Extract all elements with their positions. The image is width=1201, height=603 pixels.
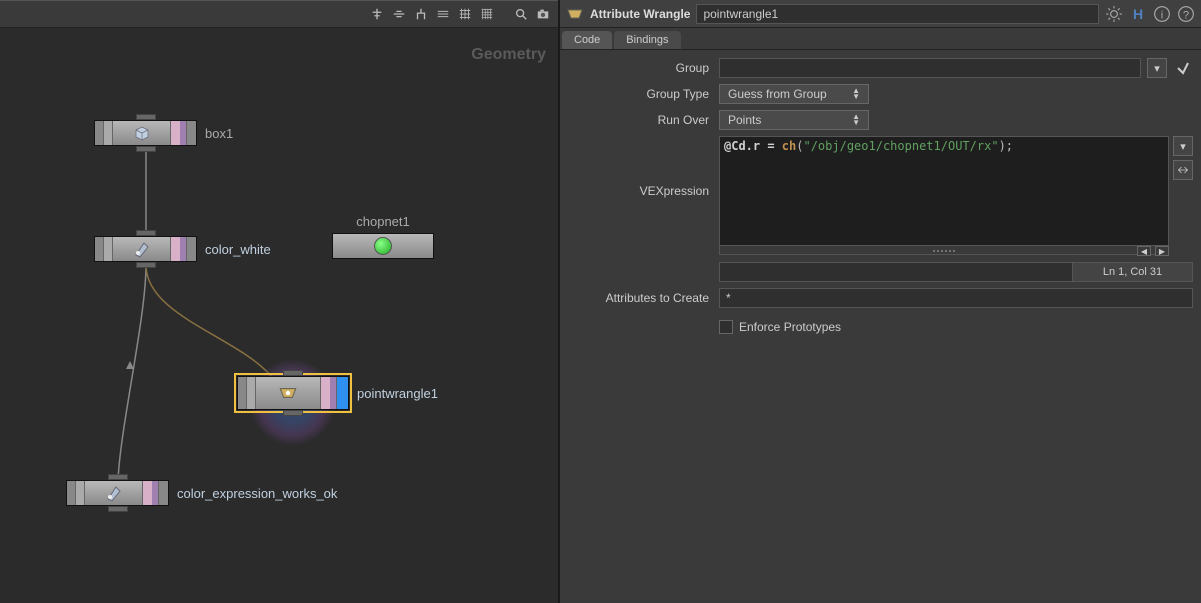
node-color-expression[interactable]: color_expression_works_ok <box>66 480 337 506</box>
info-icon[interactable]: i <box>1153 5 1171 23</box>
chevron-updown-icon: ▲▼ <box>852 114 860 126</box>
group-type-dropdown[interactable]: Guess from Group ▲▼ <box>719 84 869 104</box>
network-view[interactable]: Geometry <box>0 28 558 603</box>
node-name-input[interactable] <box>696 4 1099 24</box>
node-color-white[interactable]: color_white <box>94 236 271 262</box>
run-over-value: Points <box>728 113 761 127</box>
node-label: chopnet1 <box>332 214 434 229</box>
help-icon[interactable]: ? <box>1177 5 1195 23</box>
group-input[interactable] <box>719 58 1141 78</box>
grid-small-icon[interactable] <box>456 5 474 23</box>
node-type-icon <box>566 5 584 23</box>
align-horizontal-icon[interactable] <box>390 5 408 23</box>
node-chopnet1[interactable]: chopnet1 <box>332 214 434 259</box>
node-box1[interactable]: box1 <box>94 120 233 146</box>
context-label: Geometry <box>471 46 546 64</box>
group-label: Group <box>568 61 713 75</box>
nav-next-icon[interactable]: ▶ <box>1155 246 1169 256</box>
node-label: pointwrangle1 <box>357 386 438 401</box>
vex-preset-btn[interactable]: ▾ <box>1173 136 1193 156</box>
layout-tree-icon[interactable] <box>412 5 430 23</box>
node-label: box1 <box>205 126 233 141</box>
node-label: color_expression_works_ok <box>177 486 337 501</box>
gear-icon[interactable] <box>1105 5 1123 23</box>
nav-prev-icon[interactable]: ◀ <box>1137 246 1151 256</box>
zoom-icon[interactable] <box>512 5 530 23</box>
chopnet-icon <box>374 237 392 255</box>
color-icon <box>102 482 126 504</box>
box-icon <box>130 122 154 144</box>
network-toolbar <box>0 0 558 28</box>
vex-search-input[interactable] <box>719 262 1073 282</box>
group-select-icon[interactable] <box>1173 58 1193 78</box>
svg-text:i: i <box>1161 9 1164 21</box>
enforce-proto-label: Enforce Prototypes <box>739 320 841 334</box>
param-body: Group ▾ Group Type Guess from Group ▲▼ R… <box>560 50 1201 348</box>
attrs-create-label: Attributes to Create <box>568 291 713 305</box>
group-type-label: Group Type <box>568 87 713 101</box>
network-pane: Geometry <box>0 0 560 603</box>
run-over-label: Run Over <box>568 113 713 127</box>
vex-label: VEXpression <box>568 136 713 198</box>
vex-code-editor[interactable]: @Cd.r = ch("/obj/geo1/chopnet1/OUT/rx"); <box>719 136 1169 246</box>
grid-large-icon[interactable] <box>478 5 496 23</box>
enforce-proto-checkbox[interactable] <box>719 320 733 334</box>
group-dropdown-btn[interactable]: ▾ <box>1147 58 1167 78</box>
tab-code[interactable]: Code <box>562 31 612 49</box>
houdini-icon[interactable]: H <box>1129 5 1147 23</box>
param-tabs: Code Bindings <box>560 28 1201 50</box>
param-header: Attribute Wrangle H i ? <box>560 0 1201 28</box>
group-type-value: Guess from Group <box>728 87 827 101</box>
svg-text:?: ? <box>1183 9 1189 21</box>
wrangle-icon <box>276 382 300 404</box>
align-center-icon[interactable] <box>368 5 386 23</box>
attrs-create-input[interactable] <box>719 288 1193 308</box>
run-over-dropdown[interactable]: Points ▲▼ <box>719 110 869 130</box>
color-icon <box>130 238 154 260</box>
tab-bindings[interactable]: Bindings <box>614 31 680 49</box>
line-col-indicator: Ln 1, Col 31 <box>1073 262 1193 282</box>
snap-horizontal-icon[interactable] <box>434 5 452 23</box>
camera-icon[interactable] <box>534 5 552 23</box>
parameter-pane: Attribute Wrangle H i ? Code Bindings Gr… <box>560 0 1201 603</box>
node-label: color_white <box>205 242 271 257</box>
node-type-title: Attribute Wrangle <box>590 7 690 21</box>
node-pointwrangle1[interactable]: pointwrangle1 <box>237 376 438 410</box>
chevron-updown-icon: ▲▼ <box>852 88 860 100</box>
vex-expand-btn[interactable] <box>1173 160 1193 180</box>
